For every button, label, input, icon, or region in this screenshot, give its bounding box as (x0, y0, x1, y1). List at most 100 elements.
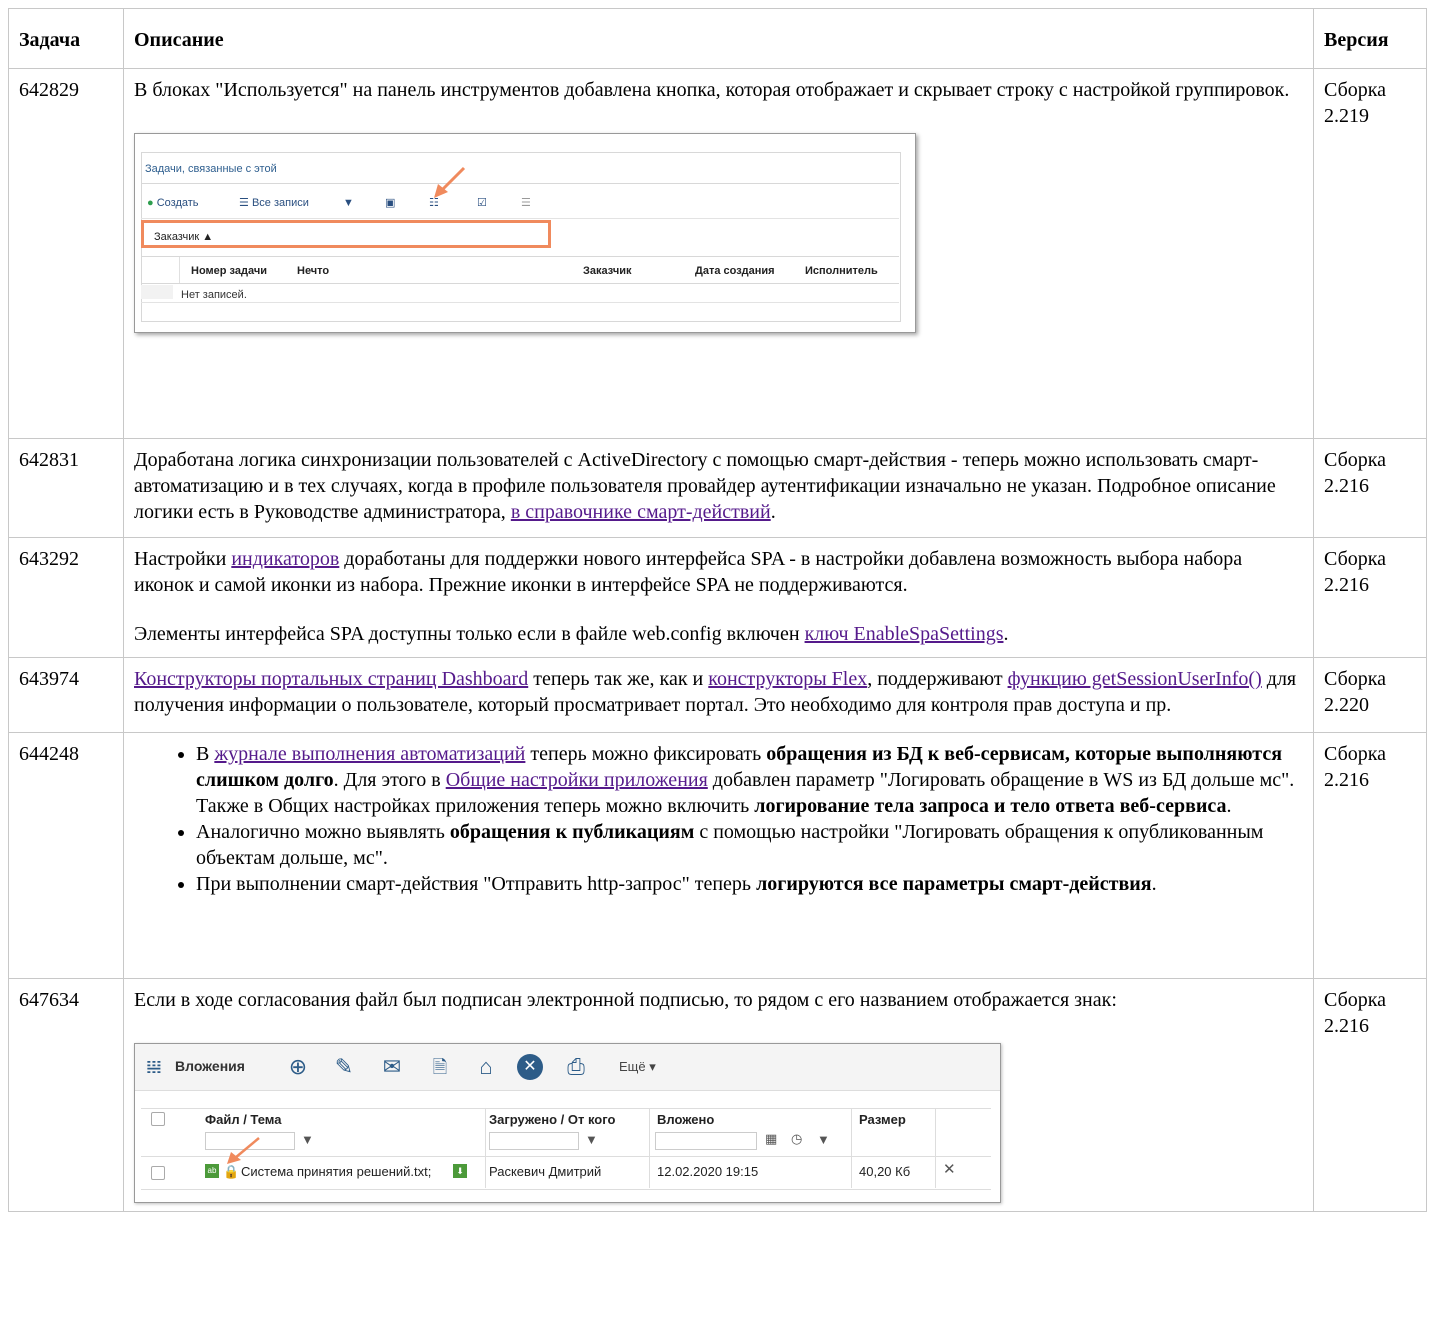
table-row: 643974 Конструкторы портальных страниц D… (8, 657, 1427, 733)
flex-constructors-link[interactable]: конструкторы Flex (708, 668, 867, 690)
file-name: Система принятия решений.txt; (241, 1164, 432, 1179)
filter-icon: ▼ (585, 1132, 598, 1147)
version-label: Сборка (1324, 668, 1387, 690)
clock-icon: ◷ (791, 1131, 803, 1146)
header-task: Задача (8, 8, 124, 69)
list-item: Аналогично можно выявлять обращения к пу… (196, 819, 1303, 871)
header-description: Описание (123, 8, 1314, 69)
text-part: Аналогично можно выявлять (196, 821, 450, 843)
text-part: теперь так же, как и (528, 668, 709, 690)
smart-actions-link[interactable]: в справочнике смарт-действий (511, 501, 771, 523)
task-id: 642831 (8, 438, 124, 538)
version-cell: Сборка 2.216 (1313, 978, 1427, 1212)
version-number: 2.216 (1324, 475, 1369, 497)
text-part: . (1003, 623, 1009, 645)
col-attached: Вложено (657, 1112, 715, 1127)
table-row: 647634 Если в ходе согласования файл был… (8, 978, 1427, 1212)
version-number: 2.216 (1324, 769, 1369, 791)
task-id: 647634 (8, 978, 124, 1212)
excel-icon: ▣ (385, 197, 396, 209)
tab-related-tasks: Задачи, связанные с этой (145, 163, 277, 175)
upload-icon: ⊕ (288, 1054, 308, 1079)
arrow-indicator (434, 166, 466, 198)
grouping-row: Заказчик ▲ (141, 220, 551, 248)
col-file: Файл / Тема (205, 1112, 282, 1127)
version-label: Сборка (1324, 743, 1387, 765)
col-created: Дата создания (695, 265, 775, 277)
calendar-icon: ▦ (765, 1131, 778, 1146)
col-task-number: Номер задачи (191, 265, 267, 277)
description-cell: Доработана логика синхронизации пользова… (123, 438, 1314, 538)
table-row: 642829 В блоках "Используется" на панель… (8, 68, 1427, 439)
table-row: 642831 Доработана логика синхронизации п… (8, 438, 1427, 538)
checklist-icon: ☰ (521, 197, 531, 209)
paragraph-1: Настройки индикаторов доработаны для под… (134, 546, 1303, 598)
automation-log-link[interactable]: журнале выполнения автоматизаций (214, 743, 525, 765)
version-label: Сборка (1324, 989, 1387, 1011)
row-checkbox (151, 1166, 165, 1180)
version-label: Сборка (1324, 548, 1387, 570)
table-row: 643292 Настройки индикаторов доработаны … (8, 537, 1427, 658)
email-icon: ✉ (382, 1054, 402, 1079)
paragraph-2: Элементы интерфейса SPA доступны только … (134, 621, 1303, 647)
text-part: . Для этого в (333, 769, 446, 791)
get-session-user-info-link[interactable]: функцию getSessionUserInfo() (1008, 668, 1262, 690)
grid-bottom (141, 302, 899, 303)
description-cell: Если в ходе согласования файл был подпис… (123, 978, 1314, 1212)
version-cell: Сборка 2.216 (1313, 438, 1427, 538)
list-item: В журнале выполнения автоматизаций тепер… (196, 741, 1303, 819)
empty-select-cell (141, 285, 173, 299)
no-records-text: Нет записей. (181, 289, 247, 301)
version-number: 2.216 (1324, 1015, 1369, 1037)
scanner-icon: ⎙ (567, 1054, 585, 1079)
col-something: Нечто (297, 265, 330, 277)
filter-icon: ▼ (817, 1132, 830, 1147)
task-id: 642829 (8, 68, 124, 439)
description-text: Если в ходе согласования файл был подпис… (134, 989, 1117, 1011)
download-icon: ⬇ (453, 1164, 467, 1178)
enable-spa-settings-link[interactable]: ключ EnableSpaSettings (805, 623, 1004, 645)
shot1-grid-header: Номер задачи Нечто Заказчик Дата создани… (141, 256, 899, 284)
version-number: 2.220 (1324, 694, 1369, 716)
description-text: В блоках "Используется" на панель инстру… (134, 79, 1290, 101)
uploader-name: Раскевич Дмитрий (489, 1164, 602, 1179)
general-settings-link[interactable]: Общие настройки приложения (446, 769, 708, 791)
arrow-indicator (227, 1137, 260, 1164)
release-notes-table: Задача Описание Версия 642829 В блоках "… (8, 8, 1427, 1212)
signature-lock-icon: 🔒 (223, 1164, 240, 1179)
indicators-link[interactable]: индикаторов (231, 548, 339, 570)
version-cell: Сборка 2.216 (1313, 732, 1427, 979)
task-id: 643974 (8, 657, 124, 733)
bullet-list: В журнале выполнения автоматизаций тепер… (134, 741, 1303, 897)
text-part: , поддерживают (867, 668, 1008, 690)
create-button: ● Создать (147, 196, 199, 210)
file-type-icon: ab (205, 1164, 219, 1178)
text-part: Настройки (134, 548, 232, 570)
attachments-title: Вложения (175, 1058, 245, 1074)
table-row: 644248 В журнале выполнения автоматизаци… (8, 732, 1427, 979)
select-all-checkbox (151, 1112, 165, 1126)
paperclip-icon: 𝍐 (145, 1057, 163, 1077)
remove-icon: ✕ (943, 1161, 956, 1178)
version-cell: Сборка 2.219 (1313, 68, 1427, 439)
version-label: Сборка (1324, 449, 1387, 471)
uploader-filter-input (489, 1132, 579, 1150)
all-records-button: ☰ Все записи (239, 196, 309, 210)
col-assignee: Исполнитель (805, 265, 878, 277)
text-part: . (1226, 795, 1232, 817)
description-cell: В блоках "Используется" на панель инстру… (123, 68, 1314, 439)
dashboard-constructors-link[interactable]: Конструкторы портальных страниц Dashboar… (134, 668, 528, 690)
col-size: Размер (859, 1112, 906, 1127)
checkbox-icon: ☑ (477, 197, 487, 209)
filter-icon: ▼ (301, 1132, 314, 1147)
version-cell: Сборка 2.216 (1313, 537, 1427, 658)
text-part: . (1151, 873, 1157, 895)
select-column (141, 257, 180, 283)
grid-top (141, 1108, 991, 1109)
date-filter-input (655, 1132, 757, 1150)
mail-upload-icon: ⌂ (479, 1054, 493, 1079)
version-label: Сборка (1324, 79, 1387, 101)
text-part: В (196, 743, 215, 765)
version-cell: Сборка 2.220 (1313, 657, 1427, 733)
attach-icon: ✎ (334, 1054, 354, 1079)
